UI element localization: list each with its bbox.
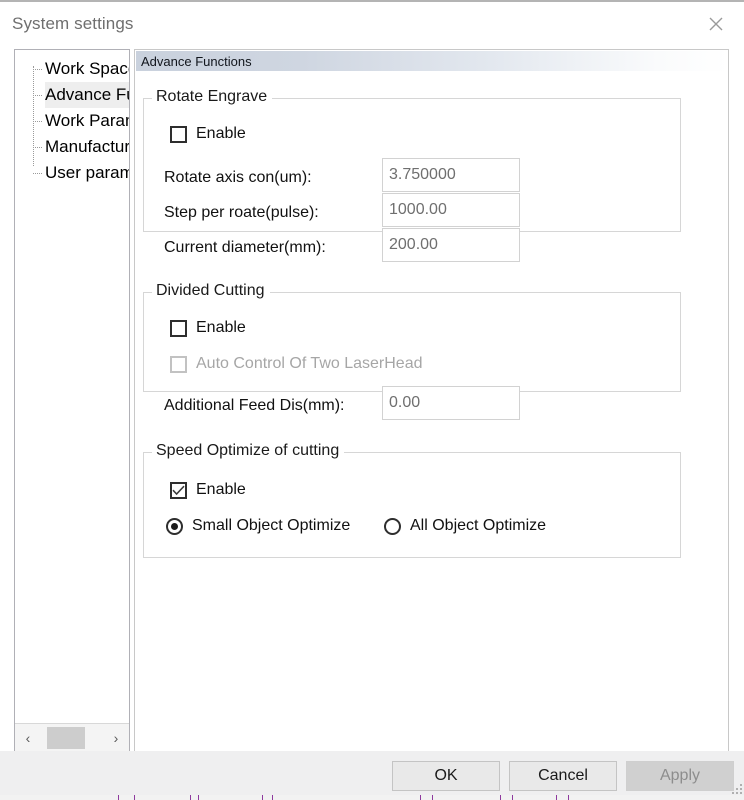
current-diameter-label-row: Current diameter(mm): xyxy=(164,239,326,257)
apply-button[interactable]: Apply xyxy=(626,761,734,791)
close-button[interactable] xyxy=(696,8,736,40)
tree-item-work-space[interactable]: Work Space xyxy=(15,56,130,82)
small-object-optimize-label: Small Object Optimize xyxy=(192,517,351,534)
rotate-axis-con-label: Rotate axis con(um): xyxy=(164,169,312,186)
tree-item-user-param[interactable]: User param xyxy=(15,160,130,186)
settings-tree: Work Space Advance Fu Work Param Manufac… xyxy=(15,56,130,186)
tree-item-label: User param xyxy=(45,163,130,182)
rotate-enable-checkbox[interactable] xyxy=(170,125,187,143)
auto-control-two-laserhead-checkbox[interactable] xyxy=(170,355,187,373)
tree-item-label: Advance Fu xyxy=(45,82,129,108)
all-object-optimize-label: All Object Optimize xyxy=(410,517,547,534)
speed-optimize-enable-row[interactable]: Enable xyxy=(170,481,246,499)
ok-button[interactable]: OK xyxy=(392,761,500,791)
group-title: Rotate Engrave xyxy=(152,88,273,106)
cancel-button[interactable]: Cancel xyxy=(509,761,617,791)
radio-dot-icon xyxy=(171,522,178,530)
small-object-optimize-radio[interactable] xyxy=(166,517,183,535)
divided-enable-checkbox[interactable] xyxy=(170,319,187,337)
screen: System settings Work Space Advance Fu Wo… xyxy=(0,0,744,800)
settings-content-panel: Advance Functions Rotate Engrave Enable … xyxy=(134,49,729,753)
dialog-body: Work Space Advance Fu Work Param Manufac… xyxy=(0,46,744,753)
scroll-left-arrow-icon[interactable]: ‹ xyxy=(17,724,39,752)
scrollbar-thumb[interactable] xyxy=(47,727,85,749)
divided-enable-label: Enable xyxy=(196,319,246,336)
scroll-right-arrow-icon[interactable]: › xyxy=(105,724,127,752)
dialog-footer: OK Cancel Apply xyxy=(0,751,744,795)
dialog-title: System settings xyxy=(12,14,134,33)
current-diameter-input[interactable]: 200.00 xyxy=(382,228,520,262)
speed-optimize-enable-checkbox[interactable] xyxy=(170,481,187,499)
group-title: Speed Optimize of cutting xyxy=(152,442,345,460)
tree-item-label: Work Param xyxy=(45,111,130,130)
tree-connector-icon xyxy=(33,95,42,96)
dialog-titlebar: System settings xyxy=(0,2,744,46)
rotate-axis-con-input[interactable]: 3.750000 xyxy=(382,158,520,192)
tree-item-manufacturer[interactable]: Manufactur xyxy=(15,134,130,160)
group-rotate-engrave: Rotate Engrave Enable Rotate axis con(um… xyxy=(143,88,681,262)
additional-feed-dis-label: Additional Feed Dis(mm): xyxy=(164,397,345,414)
small-object-optimize-row[interactable]: Small Object Optimize xyxy=(166,517,350,535)
auto-control-two-laserhead-row[interactable]: Auto Control Of Two LaserHead xyxy=(170,355,423,373)
settings-tree-panel: Work Space Advance Fu Work Param Manufac… xyxy=(14,49,130,753)
tree-connector-icon xyxy=(33,121,42,122)
current-diameter-label: Current diameter(mm): xyxy=(164,239,326,256)
additional-feed-dis-label-row: Additional Feed Dis(mm): xyxy=(164,397,345,415)
tree-item-work-param[interactable]: Work Param xyxy=(15,108,130,134)
group-title: Divided Cutting xyxy=(152,282,270,300)
rotate-enable-label: Enable xyxy=(196,125,246,142)
step-per-roate-input[interactable]: 1000.00 xyxy=(382,193,520,227)
section-header: Advance Functions xyxy=(136,51,728,71)
tree-horizontal-scrollbar[interactable]: ‹ › xyxy=(15,723,129,752)
step-per-roate-label: Step per roate(pulse): xyxy=(164,204,319,221)
step-per-roate-label-row: Step per roate(pulse): xyxy=(164,204,319,222)
close-icon xyxy=(706,14,726,34)
all-object-optimize-row[interactable]: All Object Optimize xyxy=(384,517,546,535)
section-header-label: Advance Functions xyxy=(141,53,252,69)
auto-control-two-laserhead-label: Auto Control Of Two LaserHead xyxy=(196,355,423,372)
resize-grip[interactable] xyxy=(728,780,742,794)
tree-connector-icon xyxy=(33,147,42,148)
tree-item-label: Work Space xyxy=(45,59,130,78)
all-object-optimize-radio[interactable] xyxy=(384,517,401,535)
tree-connector-icon xyxy=(33,69,42,70)
tree-connector-icon xyxy=(33,173,42,174)
additional-feed-dis-input[interactable]: 0.00 xyxy=(382,386,520,420)
divided-enable-row[interactable]: Enable xyxy=(170,319,246,337)
speed-optimize-enable-label: Enable xyxy=(196,481,246,498)
rotate-enable-row[interactable]: Enable xyxy=(170,125,246,143)
tree-item-advance-functions[interactable]: Advance Fu xyxy=(15,82,129,108)
tree-item-label: Manufactur xyxy=(45,137,130,156)
rotate-axis-con-label-row: Rotate axis con(um): xyxy=(164,169,312,187)
check-icon xyxy=(172,485,185,495)
group-divided-cutting: Divided Cutting Enable Auto Control Of T… xyxy=(143,282,681,420)
system-settings-dialog: System settings Work Space Advance Fu Wo… xyxy=(0,0,744,795)
group-speed-optimize: Speed Optimize of cutting Enable Small O… xyxy=(143,442,681,558)
